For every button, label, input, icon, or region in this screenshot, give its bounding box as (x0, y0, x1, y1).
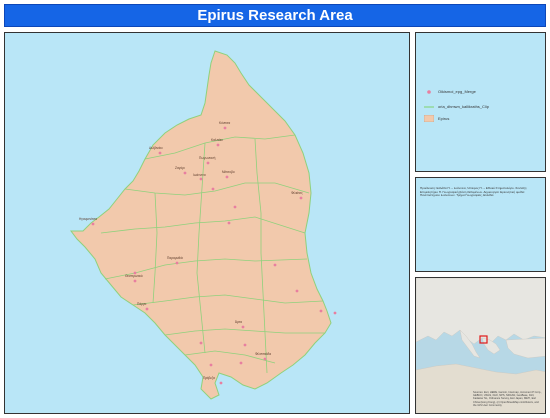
polygon-symbol-icon (424, 115, 434, 122)
legend-item-region: Epirus (424, 115, 449, 122)
place-label: Πωγωνιανή (199, 156, 216, 160)
place-label: Δελβινάκι (149, 146, 163, 150)
place-label: Ιωάννινα (193, 173, 206, 177)
legend-label: Oikismoi_epg_Merge (438, 89, 476, 94)
legend-label: Epirus (438, 116, 450, 121)
point-symbol-icon (424, 88, 434, 95)
place-label: Κόνιτσα (219, 121, 231, 125)
legend-item-points: Oikismoi_epg_Merge (424, 88, 476, 95)
inset-attribution: Sources: Esri, HERE, Garmin, Intermap, i… (473, 391, 542, 407)
place-label: Φιλιάτες (291, 191, 303, 195)
place-label: Παραμυθιά (167, 256, 183, 260)
credits-panel: Προέλευση: Ελλάδα Π. – Ιωάννινα, Ήπειρος… (415, 177, 546, 272)
legend-panel: Oikismoi_epg_Merge oria_dhmwn_kallikrath… (415, 32, 546, 172)
place-label: Καλπάκι (211, 138, 223, 142)
map-title: Epirus Research Area (4, 4, 546, 27)
place-label: Άρτα (235, 320, 242, 324)
place-label: Ζαγόρι (175, 166, 185, 170)
place-label: Θεσπρωτικό (125, 274, 143, 278)
place-label: Μέτσοβο (222, 170, 235, 174)
line-symbol-icon (424, 103, 434, 110)
epirus-region (70, 50, 332, 400)
place-label: Φιλιππιάδα (255, 352, 272, 356)
locator-inset-map[interactable]: Sources: Esri, HERE, Garmin, Intermap, i… (415, 277, 546, 414)
main-map[interactable]: Κόνιτσα Καλπάκι Δελβινάκι Πωγωνιανή Ζαγό… (4, 32, 410, 414)
legend-label: oria_dhmwn_kallikraths_Clip (438, 104, 489, 109)
map-canvas (70, 50, 337, 400)
place-label: Ηγουμενίτσα (79, 217, 97, 221)
place-label: Πρέβεζα (203, 376, 215, 380)
legend-item-boundaries: oria_dhmwn_kallikraths_Clip (424, 103, 489, 110)
place-label: Πάργα (137, 302, 147, 306)
credits-text: Προέλευση: Ελλάδα Π. – Ιωάννινα, Ήπειρος… (420, 186, 528, 198)
